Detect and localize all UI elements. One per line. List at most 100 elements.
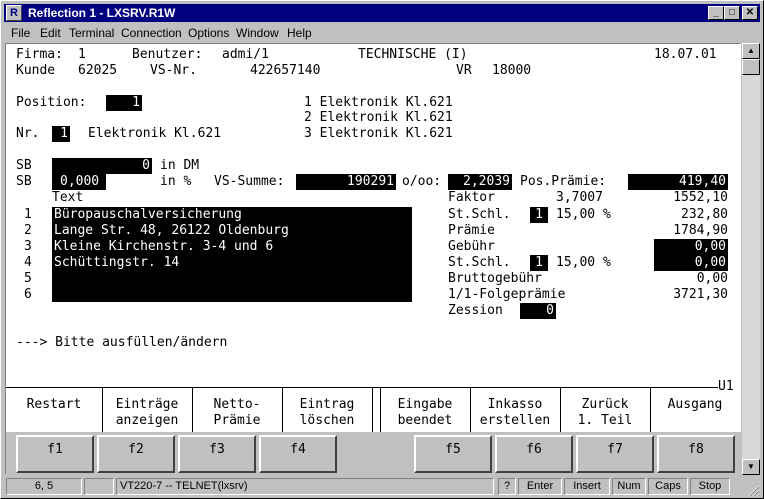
text-cursor xyxy=(52,140,60,142)
title-bar[interactable]: R Reflection 1 - LXSRV.R1W _ □ ✕ xyxy=(4,4,760,22)
pos-praemie-label: Pos.Prämie: xyxy=(520,174,607,189)
f8-label: Ausgang xyxy=(667,397,723,412)
text-line-3[interactable]: Kleine Kirchenstr. 3-4 und 6 xyxy=(54,239,273,255)
vsnr-value: 422657140 xyxy=(250,63,321,78)
faktor-value: 3,7007 xyxy=(556,190,603,205)
f6-button[interactable]: f6 xyxy=(495,435,573,473)
f4-button[interactable]: f4 xyxy=(259,435,337,473)
menu-terminal[interactable]: Terminal xyxy=(69,26,114,40)
menu-file[interactable]: File xyxy=(11,26,30,40)
f1-label: Restart xyxy=(26,397,82,412)
reflection-window: R Reflection 1 - LXSRV.R1W _ □ ✕ File Ed… xyxy=(0,0,764,499)
text-line-number: 5 xyxy=(24,271,32,286)
kunde-value: 62025 xyxy=(78,63,118,78)
stop-indicator[interactable]: Stop xyxy=(690,478,730,495)
menu-bar: File Edit Terminal Connection Options Wi… xyxy=(4,23,760,42)
promille-input[interactable]: 2,2039 xyxy=(448,174,512,190)
insert-indicator[interactable]: Insert xyxy=(564,478,610,495)
text-line-number: 4 xyxy=(24,255,32,270)
f3-button[interactable]: f3 xyxy=(178,435,256,473)
sb-percent-label: SB xyxy=(16,174,32,189)
f7-label: Zurück 1. Teil xyxy=(577,397,633,428)
scroll-up-icon[interactable]: ▲ xyxy=(742,43,760,59)
help-indicator[interactable]: ? xyxy=(498,478,516,495)
system-name: TECHNISCHE (I) xyxy=(358,47,468,62)
stschl1-rate: 15,00 % xyxy=(556,207,611,222)
f2-button[interactable]: f2 xyxy=(97,435,175,473)
bruttogebuehr-value: 0,00 xyxy=(696,271,728,286)
position-label: Position: xyxy=(16,95,87,110)
benutzer-value: admi/1 xyxy=(222,47,269,62)
menu-edit[interactable]: Edit xyxy=(40,26,61,40)
position-input[interactable]: 1 xyxy=(106,95,142,111)
date: 18.07.01 xyxy=(654,47,717,62)
text-line-number: 6 xyxy=(24,287,32,302)
bruttogebuehr-label: Bruttogebühr xyxy=(448,271,542,286)
vs-summe-input[interactable]: 190291 xyxy=(296,174,396,190)
vsnr-label: VS-Nr. xyxy=(150,63,197,78)
num-indicator[interactable]: Num xyxy=(612,478,646,495)
scroll-down-icon[interactable]: ▼ xyxy=(742,459,760,475)
separator-line xyxy=(6,387,718,388)
close-button[interactable]: ✕ xyxy=(742,6,758,20)
f8-button[interactable]: f8 xyxy=(657,435,735,473)
vertical-scrollbar[interactable]: ▲ ▼ xyxy=(742,43,760,475)
sb-dm-input[interactable]: 0 xyxy=(52,158,152,174)
menu-connection[interactable]: Connection xyxy=(121,26,182,40)
reflection-app-icon[interactable]: R xyxy=(6,5,22,21)
pos-praemie-value: 419,40 xyxy=(628,174,728,190)
faktor-result: 1552,10 xyxy=(673,190,728,205)
resize-grip-icon[interactable] xyxy=(746,483,760,497)
sb-dm-unit: in DM xyxy=(160,158,200,173)
faktor-label: Faktor xyxy=(448,190,495,205)
f4-label: Eintrag löschen xyxy=(299,397,355,428)
stschl1-input[interactable]: 1 xyxy=(530,207,548,223)
sb-percent-input[interactable]: 0,000 xyxy=(52,174,106,190)
folgepraemie-label: 1/1-Folgeprämie xyxy=(448,287,566,302)
f6-label: Inkasso erstellen xyxy=(479,397,551,428)
caps-indicator[interactable]: Caps xyxy=(648,478,688,495)
position-option-1: 1 Elektronik Kl.621 xyxy=(304,95,453,110)
scroll-thumb[interactable] xyxy=(742,59,760,75)
menu-help[interactable]: Help xyxy=(287,26,312,40)
text-line-number: 1 xyxy=(24,207,32,222)
text-line-2[interactable]: Lange Str. 48, 26122 Oldenburg xyxy=(54,223,289,239)
text-line-1[interactable]: Büropauschalversicherung xyxy=(54,207,242,223)
status-bar: 6, 5 VT220-7 -- TELNET(lxsrv) ? Enter In… xyxy=(4,477,760,497)
position-option-2: 2 Elektronik Kl.621 xyxy=(304,110,453,125)
vr-label: VR xyxy=(456,63,472,78)
stschl2-result: 0,00 xyxy=(654,255,728,271)
zession-input[interactable]: 0 xyxy=(520,303,556,319)
firma-value: 1 xyxy=(78,47,86,62)
nr-description: Elektronik Kl.621 xyxy=(88,126,222,141)
f3-label: Netto- Prämie xyxy=(213,397,261,428)
text-line-4[interactable]: Schüttingstr. 14 xyxy=(54,255,179,271)
firma-label: Firma: xyxy=(16,47,63,62)
gebuehr-input[interactable]: 0,00 xyxy=(654,239,728,255)
zession-label: Zession xyxy=(448,303,503,318)
f2-label: Einträge anzeigen xyxy=(115,397,179,428)
text-line-number: 3 xyxy=(24,239,32,254)
stschl2-rate: 15,00 % xyxy=(556,255,611,270)
status-message: ---> Bitte ausfüllen/ändern xyxy=(16,335,228,350)
stschl2-label: St.Schl. xyxy=(448,255,511,270)
window-title: Reflection 1 - LXSRV.R1W xyxy=(28,6,176,20)
menu-window[interactable]: Window xyxy=(236,26,279,40)
stschl2-input[interactable]: 1 xyxy=(530,255,548,271)
minimize-button[interactable]: _ xyxy=(708,6,724,20)
menu-options[interactable]: Options xyxy=(188,26,229,40)
cursor-position: 6, 5 xyxy=(6,478,82,495)
text-input-area[interactable]: Büropauschalversicherung Lange Str. 48, … xyxy=(52,207,412,302)
praemie-label: Prämie xyxy=(448,223,495,238)
praemie-value: 1784,90 xyxy=(673,223,728,238)
nr-label: Nr. xyxy=(16,126,40,141)
terminal-screen[interactable]: Firma: 1 Benutzer: admi/1 TECHNISCHE (I)… xyxy=(5,43,742,476)
f5-button[interactable]: f5 xyxy=(414,435,492,473)
screen-id: U1 xyxy=(718,379,734,394)
maximize-button[interactable]: □ xyxy=(724,6,740,20)
sb-percent-unit: in % xyxy=(160,174,192,189)
enter-indicator[interactable]: Enter xyxy=(518,478,562,495)
function-key-bar: f1 f2 f3 f4 f5 f6 f7 f8 xyxy=(6,432,742,476)
f1-button[interactable]: f1 xyxy=(16,435,94,473)
f7-button[interactable]: f7 xyxy=(576,435,654,473)
